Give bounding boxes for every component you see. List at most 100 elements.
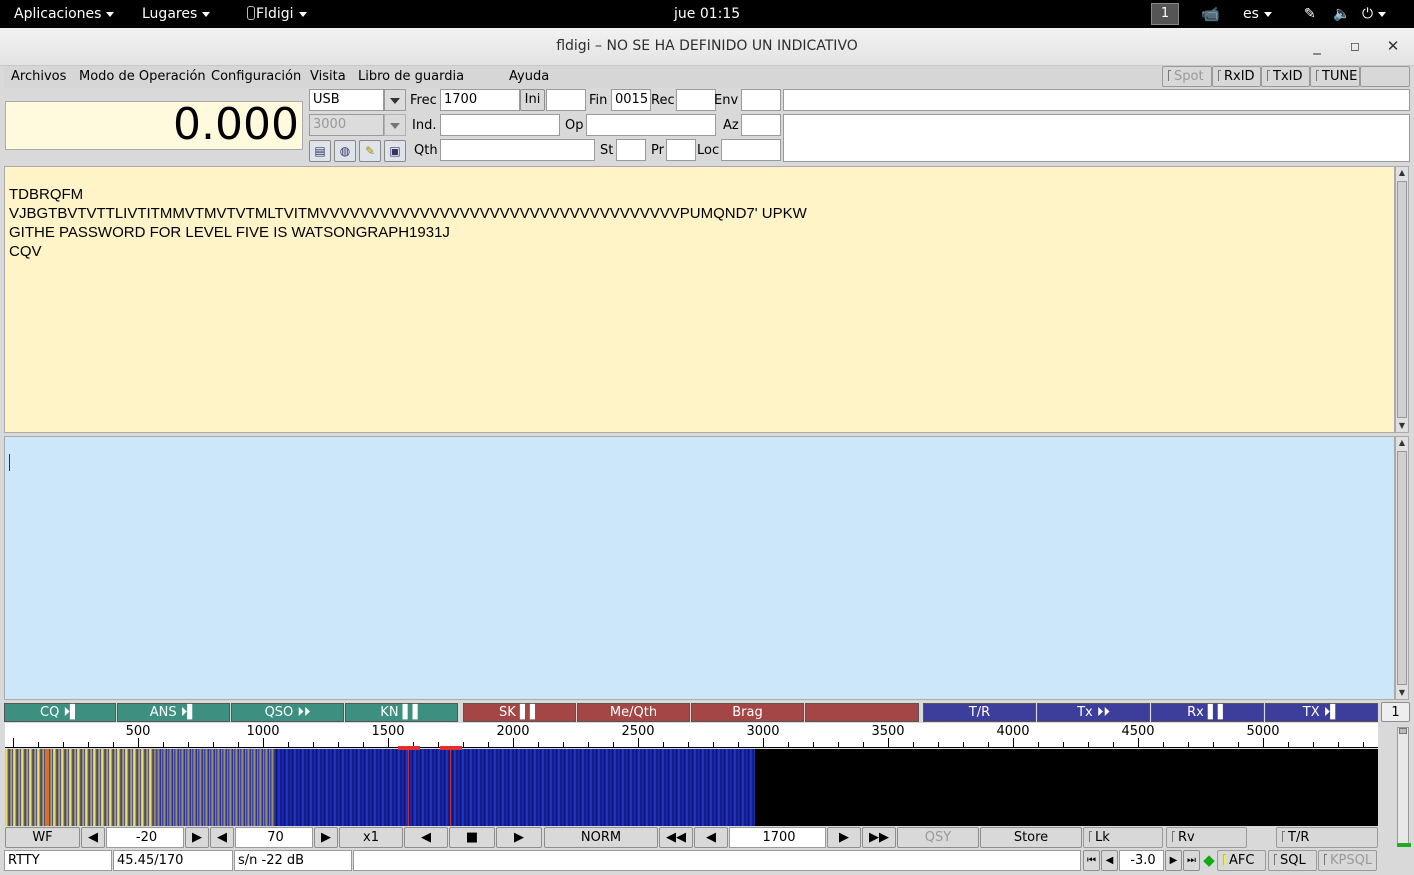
ref-increase-button[interactable]: ▶ [185, 827, 209, 848]
transmit-text-pane[interactable] [4, 436, 1395, 700]
squelch-handle[interactable] [1399, 728, 1407, 734]
callsign-field[interactable] [440, 114, 560, 136]
volume-icon[interactable]: 🔈 [1333, 0, 1350, 28]
province-field[interactable] [666, 139, 696, 161]
workspace-indicator[interactable]: 1 [1151, 3, 1179, 25]
speed-button[interactable]: NORM [544, 827, 658, 848]
offset-fast-increase-button[interactable]: ⏭ [1183, 850, 1200, 871]
applications-menu[interactable]: Aplicaciones [14, 0, 115, 28]
camera-icon[interactable]: 📹 [1201, 0, 1220, 28]
wf-mode-button[interactable]: WF [5, 827, 80, 848]
mode-status[interactable]: RTTY [4, 850, 112, 871]
receive-text-pane[interactable]: TDBRQFM VJBGTBVTVTTLIVTITMMVTMVTVTMLTVIT… [4, 166, 1395, 433]
clear-icon[interactable]: ✎ [359, 140, 381, 162]
network-icon[interactable]: ✎ [1304, 0, 1316, 28]
mode-dropdown-button[interactable] [384, 89, 406, 111]
offset-field[interactable]: -3.0 [1119, 850, 1164, 871]
scroll-thumb[interactable] [1397, 451, 1407, 685]
places-menu[interactable]: Lugares [142, 0, 211, 28]
sql-toggle[interactable]: SQL [1268, 850, 1317, 871]
range-decrease-button[interactable]: ◀ [210, 827, 234, 848]
scroll-up-icon[interactable]: ▲ [1396, 167, 1408, 179]
rxid-toggle[interactable]: RxID [1212, 66, 1261, 87]
offset-decrease-button[interactable]: ◀ [1101, 850, 1118, 871]
kpsql-toggle[interactable]: KPSQL [1318, 850, 1377, 871]
transmit-scrollbar[interactable]: ▲ ▼ [1395, 436, 1409, 700]
operator-field[interactable] [586, 114, 716, 136]
minimize-button[interactable]: _ [1307, 37, 1327, 55]
macro-sk-button[interactable]: SK ▌▌ [463, 703, 576, 722]
lock-toggle[interactable]: Lk [1083, 827, 1163, 848]
macro-ans-button[interactable]: ANS ⏵▌ [117, 703, 230, 722]
notes-field[interactable] [783, 114, 1410, 162]
macro-kn-button[interactable]: KN ▌▌ [345, 703, 458, 722]
macro-qso-button[interactable]: QSO ⏵⏵ [231, 703, 344, 722]
qth-field[interactable] [440, 139, 595, 161]
txid-toggle[interactable]: TxID [1261, 66, 1310, 87]
macro-txstop-button[interactable]: TX ⏵▌ [1265, 703, 1378, 722]
waterfall-display[interactable] [5, 749, 1378, 826]
notes-field-top[interactable] [783, 89, 1410, 111]
rec-field[interactable] [676, 89, 716, 111]
scroll-thumb[interactable] [1397, 181, 1407, 418]
frequency-scale[interactable]: 500 1000 1500 2000 2500 3000 3500 4000 4500 5000 [5, 723, 1378, 748]
macro-page-button[interactable]: 1 [1381, 702, 1410, 722]
carrier-frequency-field[interactable]: 1700 [729, 827, 826, 848]
macro-brag-button[interactable]: Brag [691, 703, 804, 722]
frequency-display[interactable]: 0.000 [5, 101, 303, 150]
close-button[interactable]: ✕ [1383, 37, 1403, 55]
power-menu[interactable]: ⏻ [1362, 0, 1387, 28]
center-button[interactable]: ■ [449, 827, 495, 848]
menu-archivos[interactable]: Archivos [11, 69, 66, 84]
macro-tx-button[interactable]: Tx ⏵⏵ [1037, 703, 1150, 722]
offset-fast-decrease-button[interactable]: ⏮ [1083, 850, 1100, 871]
ref-level-field[interactable]: -20 [106, 827, 184, 848]
offset-increase-button[interactable]: ▶ [1165, 850, 1182, 871]
menu-modo-operacion[interactable]: Modo de Operación [79, 69, 206, 84]
menu-libro-guardia[interactable]: Libro de guardia [358, 69, 464, 84]
save-log-icon[interactable]: ▣ [384, 140, 406, 162]
menu-ayuda[interactable]: Ayuda [509, 69, 549, 84]
scroll-down-icon[interactable]: ▼ [1396, 687, 1408, 699]
ref-decrease-button[interactable]: ◀ [81, 827, 105, 848]
fast-forward-button[interactable]: ▶▶ [862, 827, 896, 848]
app-menu[interactable]: Fldigi [247, 0, 307, 28]
range-increase-button[interactable]: ▶ [314, 827, 338, 848]
locator-field[interactable] [721, 139, 781, 161]
macro-rx-button[interactable]: Rx ▌▌ [1151, 703, 1264, 722]
step-forward-button[interactable]: ▶ [827, 827, 861, 848]
log-open-icon[interactable]: ▤ [309, 140, 331, 162]
scroll-right-button[interactable]: ▶ [496, 827, 542, 848]
macro-tr-button[interactable]: T/R [923, 703, 1036, 722]
menu-configuracion[interactable]: Configuración [211, 69, 301, 84]
step-back-button[interactable]: ◀ [694, 827, 728, 848]
zoom-button[interactable]: x1 [339, 827, 403, 848]
receive-scrollbar[interactable]: ▲ ▼ [1395, 166, 1409, 433]
scroll-down-icon[interactable]: ▼ [1396, 420, 1408, 432]
bandwidth-select[interactable]: 3000 [309, 114, 384, 136]
azimuth-field[interactable] [741, 114, 781, 136]
macro-meqth-button[interactable]: Me/Qth [577, 703, 690, 722]
env-field[interactable] [741, 89, 781, 111]
tune-toggle[interactable]: TUNE [1310, 66, 1360, 87]
range-field[interactable]: 70 [235, 827, 313, 848]
reverse-toggle[interactable]: Rv [1166, 827, 1247, 848]
globe-icon[interactable]: ◍ [334, 140, 356, 162]
bandwidth-dropdown-button[interactable] [384, 114, 406, 136]
spot-toggle[interactable]: Spot [1162, 66, 1212, 87]
qsy-button[interactable]: QSY [897, 827, 979, 848]
menu-visita[interactable]: Visita [310, 69, 346, 84]
tr-toggle[interactable]: T/R [1276, 827, 1378, 848]
ini-field[interactable] [546, 89, 586, 111]
frec-field[interactable]: 1700 [440, 89, 520, 111]
clock[interactable]: jue 01:15 [674, 0, 740, 28]
state-field[interactable] [616, 139, 646, 161]
store-button[interactable]: Store [980, 827, 1082, 848]
maximize-button[interactable]: ◻ [1345, 37, 1365, 55]
mode-select[interactable]: USB [309, 89, 384, 111]
scroll-up-icon[interactable]: ▲ [1396, 437, 1408, 449]
ini-button[interactable]: Ini [520, 89, 545, 111]
squelch-slider[interactable] [1397, 727, 1409, 844]
scroll-left-button[interactable]: ◀ [404, 827, 448, 848]
afc-toggle[interactable]: AFC [1217, 850, 1266, 871]
